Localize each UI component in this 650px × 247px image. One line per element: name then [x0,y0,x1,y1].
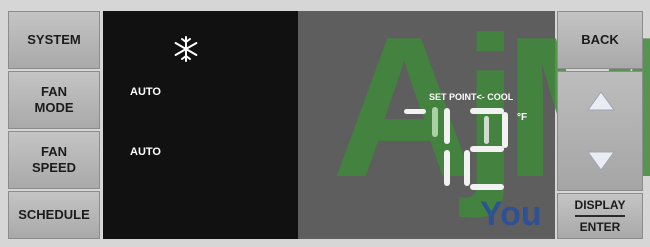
display-enter-button[interactable]: DISPLAY ENTER [557,193,643,239]
down-arrow-icon [587,151,615,171]
up-arrow-button[interactable] [586,90,616,112]
thermostat-panel: SYSTEM FAN MODE FAN SPEED SCHEDULE AjM Y… [0,0,650,247]
snowflake-icon [174,36,198,62]
enter-label: ENTER [579,220,621,234]
fan-mode-value: AUTO [130,86,161,98]
arrow-pad [557,71,643,191]
temperature-unit: °F [517,112,528,123]
watermark-tagline: You [480,195,542,233]
system-button[interactable]: SYSTEM [8,11,100,69]
display-label: DISPLAY [574,197,626,217]
fan-speed-value: AUTO [130,146,161,158]
set-point-label: SET POINT<- COOL [429,92,514,102]
fan-speed-button[interactable]: FAN SPEED [8,131,100,189]
up-arrow-icon [587,91,615,111]
back-button[interactable]: BACK [557,11,643,69]
fan-mode-button[interactable]: FAN MODE [8,71,100,129]
schedule-button[interactable]: SCHEDULE [8,191,100,239]
down-arrow-button[interactable] [586,150,616,172]
